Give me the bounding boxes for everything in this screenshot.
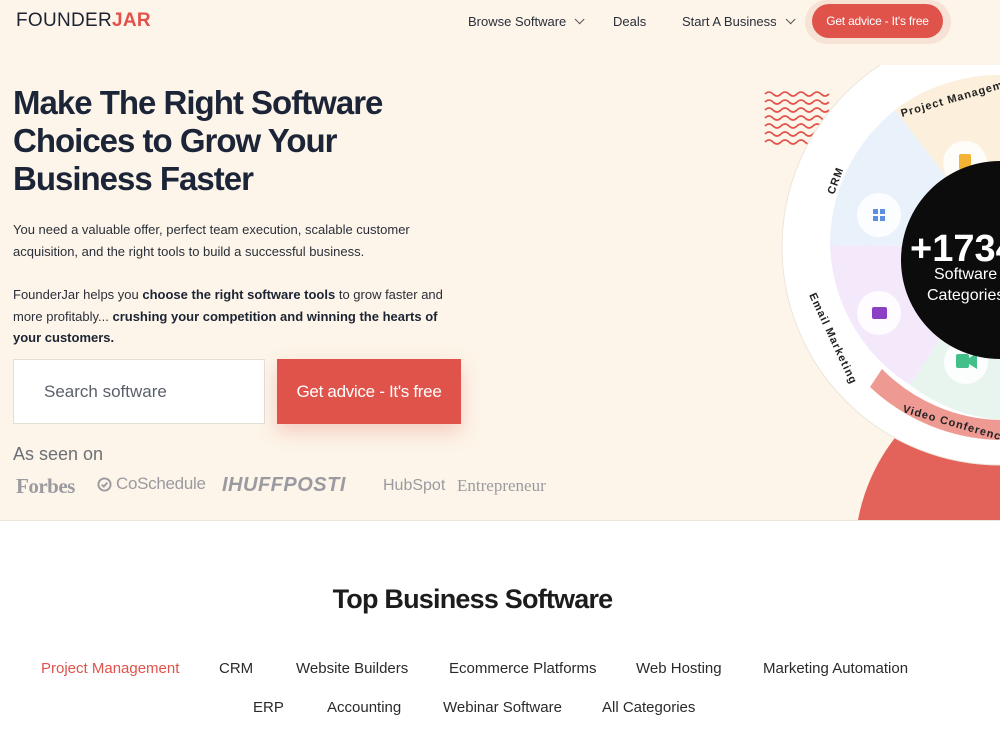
nav-start-business-label: Start A Business <box>682 14 777 29</box>
software-categories-wheel: +1734 Software Categories Project Manage… <box>781 65 1000 520</box>
category-tab-ecommerce-platforms[interactable]: Ecommerce Platforms <box>449 660 597 677</box>
wheel-count: +1734 <box>910 228 1000 270</box>
hubspot-logo: HubSpot <box>383 477 446 494</box>
category-tab-accounting[interactable]: Accounting <box>327 699 401 716</box>
mail-icon <box>872 307 887 319</box>
search-get-advice-button[interactable]: Get advice - It's free <box>277 359 461 424</box>
logo[interactable]: FOUNDERJAR <box>16 10 151 32</box>
nav-deals-label: Deals <box>613 14 647 29</box>
nav-get-advice-button[interactable]: Get advice - It's free <box>812 4 943 38</box>
search-input[interactable] <box>13 359 265 424</box>
coschedule-check-icon <box>97 476 112 492</box>
logo-accent: JAR <box>112 10 151 31</box>
hero-paragraph-2: FounderJar helps you choose the right so… <box>13 284 463 349</box>
crm-icon-bubble <box>857 193 901 237</box>
forbes-logo: Forbes <box>16 474 75 498</box>
hero-section: FOUNDERJAR Browse Software Deals Start A… <box>0 0 1000 520</box>
category-tab-project-management[interactable]: Project Management <box>41 660 179 677</box>
category-tab-crm[interactable]: CRM <box>219 660 253 677</box>
entrepreneur-logo: Entrepreneur <box>457 476 546 495</box>
chevron-down-icon <box>574 14 585 25</box>
as-seen-on-label: As seen on <box>13 444 104 464</box>
wheel-label-2: Categories <box>927 287 1000 304</box>
nav-browse-software[interactable]: Browse Software <box>468 14 585 29</box>
coschedule-logo-text: CoSchedule <box>116 474 206 493</box>
category-tab-all-categories[interactable]: All Categories <box>602 699 695 716</box>
section-divider <box>0 520 1000 521</box>
coschedule-logo: CoSchedule <box>97 474 206 494</box>
category-tab-webinar-software[interactable]: Webinar Software <box>443 699 562 716</box>
category-tab-website-builders[interactable]: Website Builders <box>296 660 408 677</box>
nav-start-business[interactable]: Start A Business <box>682 14 796 29</box>
nav-browse-software-label: Browse Software <box>468 14 567 29</box>
logo-main: FOUNDER <box>16 10 113 31</box>
hero-paragraph-1: You need a valuable offer, perfect team … <box>13 222 410 259</box>
para2-bold-b: choose the right software tools <box>142 287 336 302</box>
wheel-label-1: Software <box>934 266 997 283</box>
nav-deals[interactable]: Deals <box>613 14 646 29</box>
chevron-down-icon <box>785 14 796 25</box>
top-software-title: Top Business Software <box>332 584 614 614</box>
hero-headline: Make The Right Software Choices to Grow … <box>13 84 383 197</box>
category-tab-marketing-automation[interactable]: Marketing Automation <box>763 660 908 677</box>
para2-text-a: FounderJar helps you <box>13 287 143 302</box>
huffpost-logo: IHUFFPOSTI <box>222 474 346 496</box>
category-tab-web-hosting[interactable]: Web Hosting <box>636 660 722 677</box>
category-tab-erp[interactable]: ERP <box>253 699 284 716</box>
